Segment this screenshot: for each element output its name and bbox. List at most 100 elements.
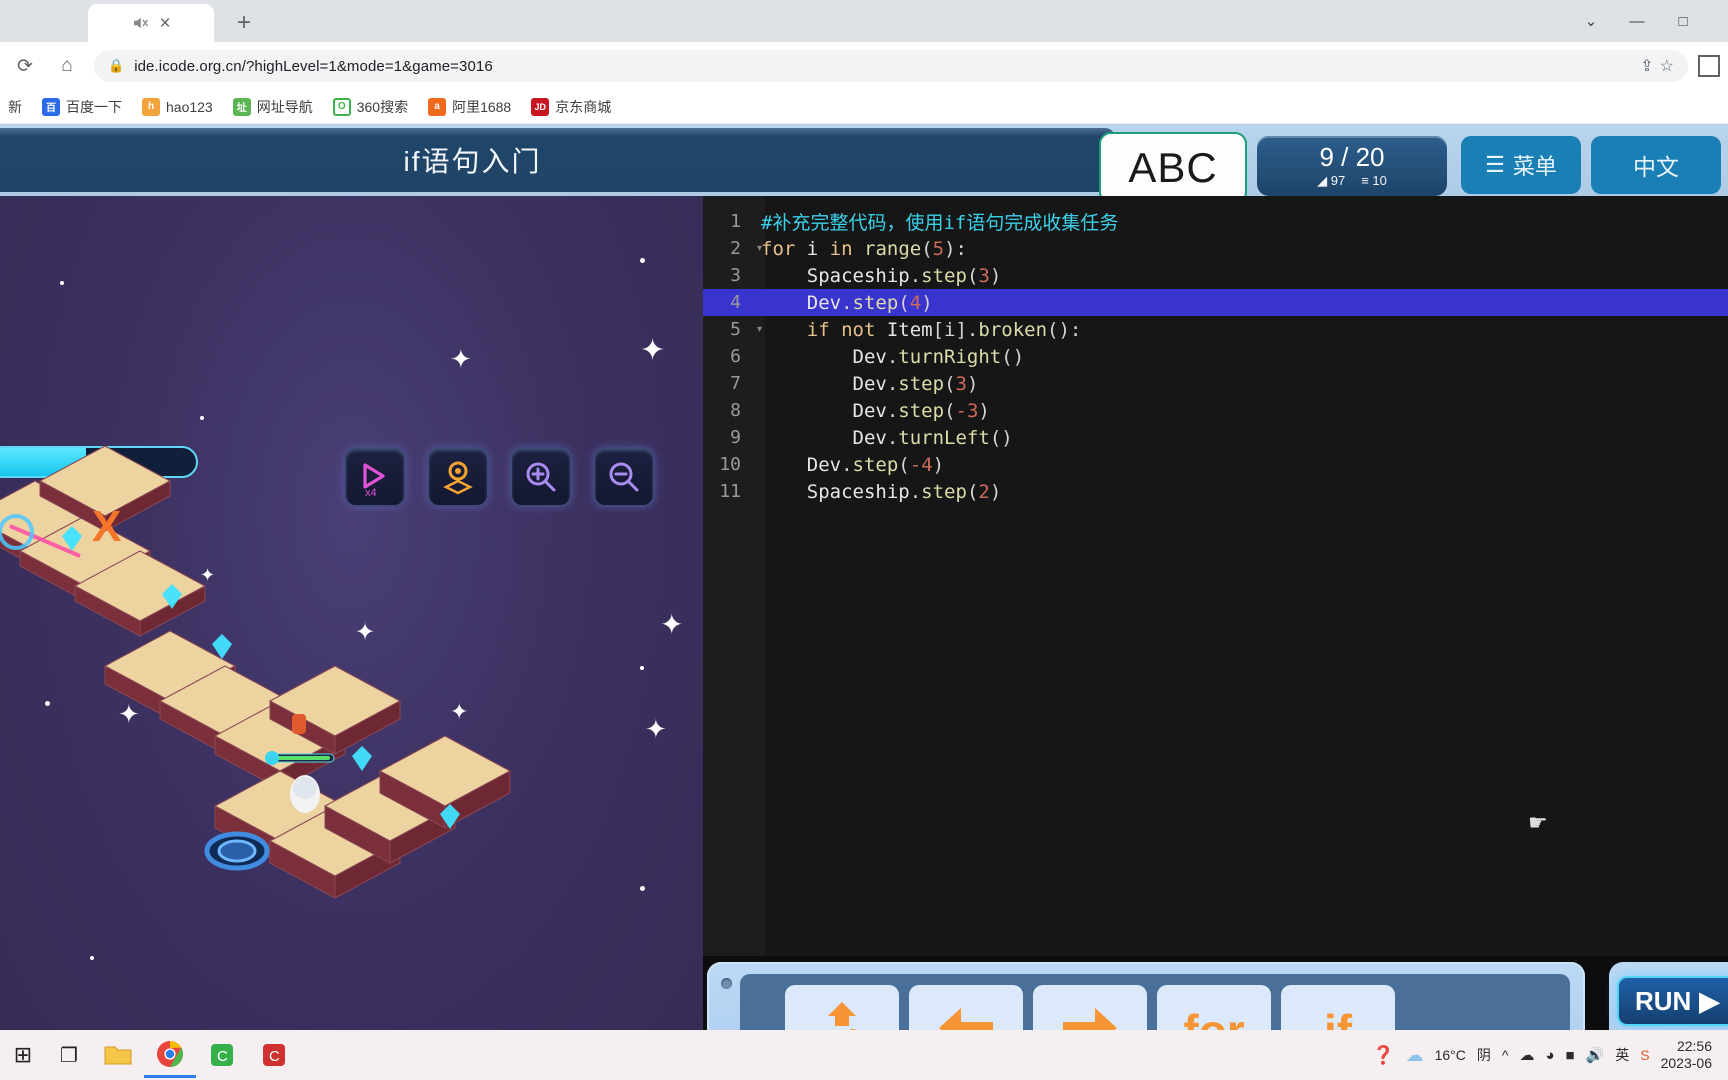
- window-minimize-button[interactable]: —: [1614, 0, 1660, 42]
- code-line[interactable]: 7 Dev.step(3): [703, 370, 1728, 397]
- so360-icon: O: [332, 97, 351, 116]
- system-tray: ❓ ☁ 16°C 阴 ^ ☁ ◕ ■ 🔊 英 S 22:56 2023-06: [1372, 1038, 1728, 1073]
- menu-button-label: 菜单: [1512, 154, 1557, 179]
- code-token: for: [761, 237, 796, 260]
- taskbar-clock[interactable]: 22:56 2023-06: [1661, 1038, 1718, 1073]
- browser-tab-bar: × + ⌄ — □: [0, 0, 1728, 42]
- temperature-label: 16°C: [1434, 1047, 1466, 1063]
- code-line[interactable]: 11 Spaceship.step(2): [703, 478, 1728, 505]
- ime-icon[interactable]: 英: [1615, 1045, 1629, 1065]
- code-text: Dev.turnLeft(): [753, 427, 1013, 449]
- code-token: Dev: [761, 426, 887, 449]
- bookmark-item[interactable]: 百 百度一下: [34, 94, 130, 120]
- code-text: if not Item[i].broken():: [753, 318, 1082, 341]
- code-line[interactable]: 8 Dev.step(-3): [703, 397, 1728, 424]
- code-token: ): [921, 291, 933, 314]
- code-token: Dev: [761, 345, 887, 368]
- reload-icon[interactable]: ⟳: [8, 49, 42, 83]
- battery-icon[interactable]: ■: [1566, 1047, 1575, 1064]
- code-token: ():: [1047, 318, 1082, 341]
- line-number: 4: [730, 292, 741, 313]
- code-line[interactable]: 2 ▾ for i in range(5):: [703, 235, 1728, 262]
- code-token: step: [898, 372, 945, 395]
- code-line[interactable]: 6 Dev.turnRight(): [703, 343, 1728, 370]
- new-tab-button[interactable]: +: [228, 8, 260, 38]
- profile-avatar[interactable]: [1698, 55, 1720, 77]
- tray-expand-chevron[interactable]: ^: [1502, 1047, 1509, 1063]
- bookmark-item[interactable]: a 阿里1688: [420, 94, 519, 120]
- run-button[interactable]: RUN ▶: [1617, 976, 1728, 1026]
- code-token: in: [829, 237, 853, 260]
- wifi-icon[interactable]: ◕: [1545, 1047, 1554, 1064]
- bookmark-item[interactable]: h hao123: [134, 95, 221, 119]
- taskbar-app-file-explorer[interactable]: [92, 1032, 144, 1078]
- menu-button[interactable]: ☰ 菜单: [1461, 136, 1581, 194]
- code-fold-icon[interactable]: ▾: [757, 243, 762, 254]
- code-line[interactable]: 10 Dev.step(-4): [703, 451, 1728, 478]
- volume-icon[interactable]: 🔊: [1586, 1046, 1605, 1064]
- taskbar-app-red[interactable]: C: [248, 1032, 300, 1078]
- window-restore-chevron[interactable]: ⌄: [1568, 0, 1614, 42]
- code-token: (: [944, 372, 956, 395]
- bookmark-label: 京东商城: [555, 98, 612, 115]
- code-line[interactable]: 9 Dev.turnLeft(): [703, 424, 1728, 451]
- address-bar[interactable]: 🔒 ide.icode.org.cn/?highLevel=1&mode=1&g…: [94, 50, 1688, 82]
- cloud-icon: ☁: [1405, 1044, 1424, 1065]
- lesson-title-bar: if语句入门: [0, 128, 1115, 192]
- code-fold-icon[interactable]: ▾: [757, 324, 762, 335]
- help-badge-icon[interactable]: ❓: [1372, 1045, 1394, 1066]
- line-number: 1: [730, 211, 741, 232]
- code-token: Item: [875, 318, 933, 341]
- game-viewport[interactable]: ✦ ✦ ✦ ✦ ✦ ✦ ✦ ✦ ✦ ✦ x4: [0, 196, 703, 1080]
- bookmarks-bar: 新 百 百度一下 h hao123 址 网址导航 O 360搜索 a 阿里168…: [0, 90, 1728, 124]
- bookmark-star-icon[interactable]: ☆: [1660, 56, 1674, 76]
- line-number: 5: [730, 319, 741, 340]
- code-token: 3: [978, 264, 990, 287]
- svg-text:C: C: [269, 1048, 280, 1065]
- abc-mode-button[interactable]: ABC: [1099, 132, 1247, 204]
- bookmark-item[interactable]: 新: [0, 94, 30, 120]
- clock-date: 2023-06: [1660, 1055, 1712, 1071]
- bookmark-item[interactable]: JD 京东商城: [523, 94, 619, 120]
- bookmark-label: 阿里1688: [452, 98, 512, 115]
- browser-tab[interactable]: ×: [88, 4, 214, 42]
- task-view-button[interactable]: ❐: [46, 1032, 92, 1078]
- line-number: 2: [730, 238, 741, 259]
- bookmark-item[interactable]: O 360搜索: [325, 94, 416, 120]
- code-line[interactable]: 3 Spaceship.step(3): [703, 262, 1728, 289]
- level-progress-badge[interactable]: 9 / 20 ◢ 97 ≡ 10: [1257, 136, 1447, 196]
- home-icon[interactable]: ⌂: [50, 49, 84, 83]
- code-editor[interactable]: 1 #补充完整代码，使用if语句完成收集任务 2 ▾ for i in range(5)…: [703, 196, 1728, 1080]
- code-line[interactable]: 4 Dev.step(4): [703, 289, 1728, 316]
- tab-close-icon[interactable]: ×: [159, 14, 170, 33]
- code-token: Spaceship: [761, 480, 910, 503]
- level-progress-text: 9 / 20: [1319, 141, 1385, 172]
- palette-dot: [721, 978, 732, 989]
- code-text: Dev.turnRight(): [753, 345, 1025, 368]
- code-token: [i].: [932, 318, 979, 341]
- taskbar-app-chrome[interactable]: [144, 1032, 196, 1078]
- address-bar-url: ide.icode.org.cn/?highLevel=1&mode=1&gam…: [134, 57, 493, 75]
- start-button[interactable]: ⊞: [0, 1032, 46, 1078]
- bookmark-item[interactable]: 址 网址导航: [225, 94, 321, 120]
- code-line[interactable]: 5 ▾ if not Item[i].broken():: [703, 316, 1728, 343]
- code-lines[interactable]: 1 #补充完整代码，使用if语句完成收集任务 2 ▾ for i in range(5)…: [703, 208, 1728, 505]
- coins-stat: ◢ 97: [1317, 172, 1346, 188]
- code-token: .: [886, 426, 899, 449]
- share-icon[interactable]: ⇪: [1640, 56, 1653, 76]
- code-token: (: [921, 237, 933, 260]
- code-token: Dev: [761, 372, 887, 395]
- code-token: Spaceship: [761, 264, 910, 287]
- code-line[interactable]: 1 #补充完整代码，使用if语句完成收集任务: [703, 208, 1728, 235]
- tab-mute-icon[interactable]: [131, 14, 149, 32]
- language-button[interactable]: 中文: [1591, 136, 1721, 194]
- code-token: step: [898, 399, 945, 422]
- code-token: 2: [978, 480, 990, 503]
- sogou-icon[interactable]: S: [1640, 1047, 1649, 1063]
- code-token: (): [989, 426, 1013, 449]
- code-token: step: [921, 480, 967, 503]
- onedrive-cloud-icon[interactable]: ☁: [1519, 1046, 1534, 1064]
- window-maximize-button[interactable]: □: [1660, 0, 1706, 42]
- taskbar-app-green[interactable]: C: [196, 1032, 248, 1078]
- code-token: Dev: [761, 291, 842, 314]
